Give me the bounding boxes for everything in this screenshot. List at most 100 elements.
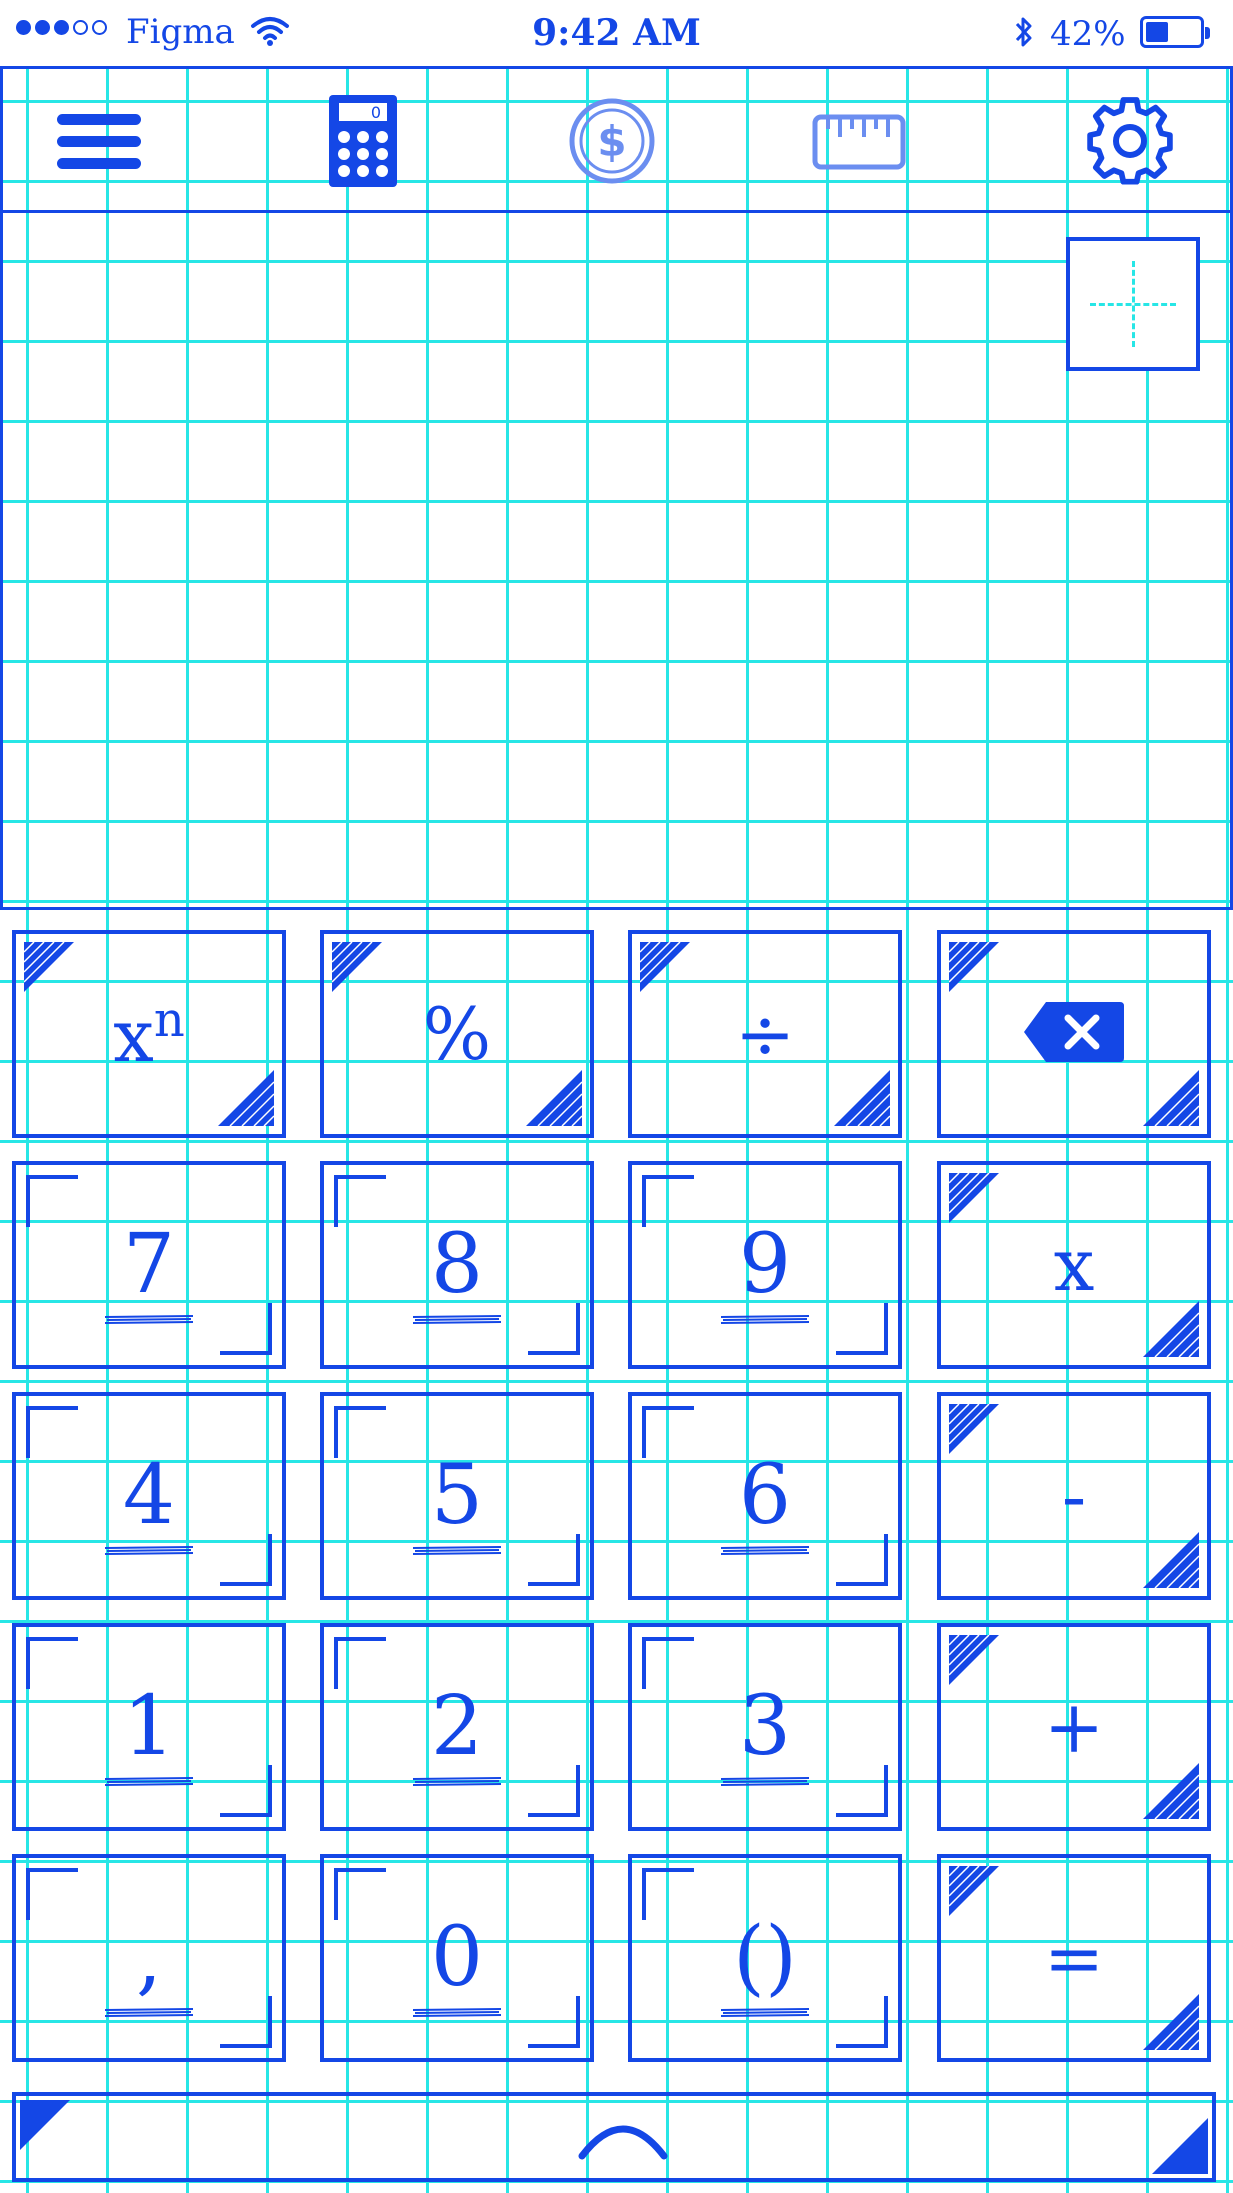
corner-bracket-decoration: [836, 1534, 888, 1586]
key-label: 2: [324, 1686, 590, 1768]
settings-button[interactable]: [1080, 91, 1180, 191]
key-label-text: 3: [738, 1679, 792, 1774]
key-8[interactable]: 8: [320, 1161, 594, 1369]
units-mode-button[interactable]: [809, 91, 909, 191]
key-label: x: [941, 1229, 1207, 1301]
status-bar: Figma 9:42 AM 42%: [0, 0, 1233, 66]
key-label-text: 9: [738, 1217, 792, 1312]
key-5[interactable]: 5: [320, 1392, 594, 1600]
hamburger-menu-icon: [57, 114, 141, 169]
key-label: 7: [16, 1224, 282, 1306]
key-label: 5: [324, 1455, 590, 1537]
key-underline-decoration: [411, 1773, 503, 1786]
key-underline-decoration: [103, 1773, 195, 1786]
bluetooth-icon: [1012, 14, 1036, 54]
key-label-text: 8: [430, 1217, 484, 1312]
key-6[interactable]: 6: [628, 1392, 902, 1600]
corner-bracket-decoration: [642, 1868, 694, 1920]
key-label: 8: [324, 1224, 590, 1306]
key-label: 9: [632, 1224, 898, 1306]
key-parentheses[interactable]: (): [628, 1854, 902, 2062]
corner-hatch-decoration: [949, 1404, 999, 1454]
key-underline-decoration: [411, 2004, 503, 2017]
calculation-display: [0, 213, 1233, 910]
key-multiply[interactable]: x: [937, 1161, 1211, 1369]
corner-bracket-decoration: [334, 1406, 386, 1458]
key-4[interactable]: 4: [12, 1392, 286, 1600]
key-underline-decoration: [411, 1542, 503, 1555]
corner-bracket-decoration: [528, 1765, 580, 1817]
corner-hatch-decoration: [332, 942, 382, 992]
calculator-mode-button[interactable]: 0: [313, 91, 413, 191]
key-label-text: +: [1043, 1685, 1105, 1769]
key-underline-decoration: [103, 1311, 195, 1324]
key-label: ,: [16, 1917, 282, 1999]
corner-hatch-decoration: [834, 1070, 890, 1126]
key-label: %: [324, 998, 590, 1070]
gear-icon: [1087, 97, 1173, 185]
key-1[interactable]: 1: [12, 1623, 286, 1831]
corner-bracket-decoration: [220, 1765, 272, 1817]
expand-drawer-button[interactable]: [12, 2092, 1216, 2182]
corner-hatch-decoration: [949, 1866, 999, 1916]
corner-bracket-decoration: [26, 1868, 78, 1920]
key-2[interactable]: 2: [320, 1623, 594, 1831]
corner-bracket-decoration: [642, 1175, 694, 1227]
key-underline-decoration: [719, 2004, 811, 2017]
corner-bracket-decoration: [334, 1868, 386, 1920]
corner-hatch-decoration: [949, 942, 999, 992]
key-label-text: x: [113, 994, 154, 1078]
menu-button[interactable]: [49, 91, 149, 191]
corner-bracket-decoration: [836, 1765, 888, 1817]
key-0[interactable]: 0: [320, 1854, 594, 2062]
corner-hatch-decoration: [24, 942, 74, 992]
key-label: xn: [16, 996, 282, 1072]
backspace-icon: [1022, 1000, 1126, 1068]
corner-hatch-decoration: [1143, 1301, 1199, 1357]
key-label: (): [632, 1917, 898, 1999]
mode-toolbar: 0 $: [0, 66, 1233, 213]
key-underline-decoration: [103, 2004, 195, 2017]
key-label-text: 7: [122, 1217, 176, 1312]
key-label-text: 5: [430, 1448, 484, 1543]
corner-bracket-decoration: [26, 1637, 78, 1689]
key-comma[interactable]: ,: [12, 1854, 286, 2062]
key-percent[interactable]: %: [320, 930, 594, 1138]
key-underline-decoration: [411, 1311, 503, 1324]
key-label: =: [941, 1922, 1207, 1994]
key-label-text: =: [1043, 1916, 1105, 2000]
key-backspace[interactable]: [937, 930, 1211, 1138]
corner-hatch-decoration: [20, 2100, 70, 2150]
corner-bracket-decoration: [836, 1996, 888, 2048]
corner-hatch-decoration: [218, 1070, 274, 1126]
key-label-text: ,: [135, 1910, 163, 2005]
key-label-text: ÷: [734, 992, 796, 1076]
key-7[interactable]: 7: [12, 1161, 286, 1369]
corner-bracket-decoration: [528, 1303, 580, 1355]
ruler-icon: [812, 114, 906, 170]
key-power[interactable]: xn: [12, 930, 286, 1138]
key-label-text: x: [1053, 1223, 1095, 1307]
key-label-text: 2: [430, 1679, 484, 1774]
key-equals[interactable]: =: [937, 1854, 1211, 2062]
corner-bracket-decoration: [528, 1996, 580, 2048]
key-divide[interactable]: ÷: [628, 930, 902, 1138]
key-label-text: 4: [122, 1448, 176, 1543]
dollar-coin-icon: $: [569, 98, 655, 184]
status-time: 9:42 AM: [532, 12, 701, 54]
corner-hatch-decoration: [1152, 2118, 1208, 2174]
corner-hatch-decoration: [1143, 1070, 1199, 1126]
key-add[interactable]: +: [937, 1623, 1211, 1831]
corner-bracket-decoration: [26, 1406, 78, 1458]
key-underline-decoration: [719, 1542, 811, 1555]
corner-bracket-decoration: [220, 1303, 272, 1355]
key-3[interactable]: 3: [628, 1623, 902, 1831]
key-label-text: (): [733, 1910, 797, 2005]
currency-mode-button[interactable]: $: [562, 91, 662, 191]
key-9[interactable]: 9: [628, 1161, 902, 1369]
corner-bracket-decoration: [220, 1996, 272, 2048]
key-subtract[interactable]: -: [937, 1392, 1211, 1600]
input-cursor-box[interactable]: [1066, 237, 1200, 371]
key-label: 0: [324, 1917, 590, 1999]
key-label-text: 1: [122, 1679, 176, 1774]
